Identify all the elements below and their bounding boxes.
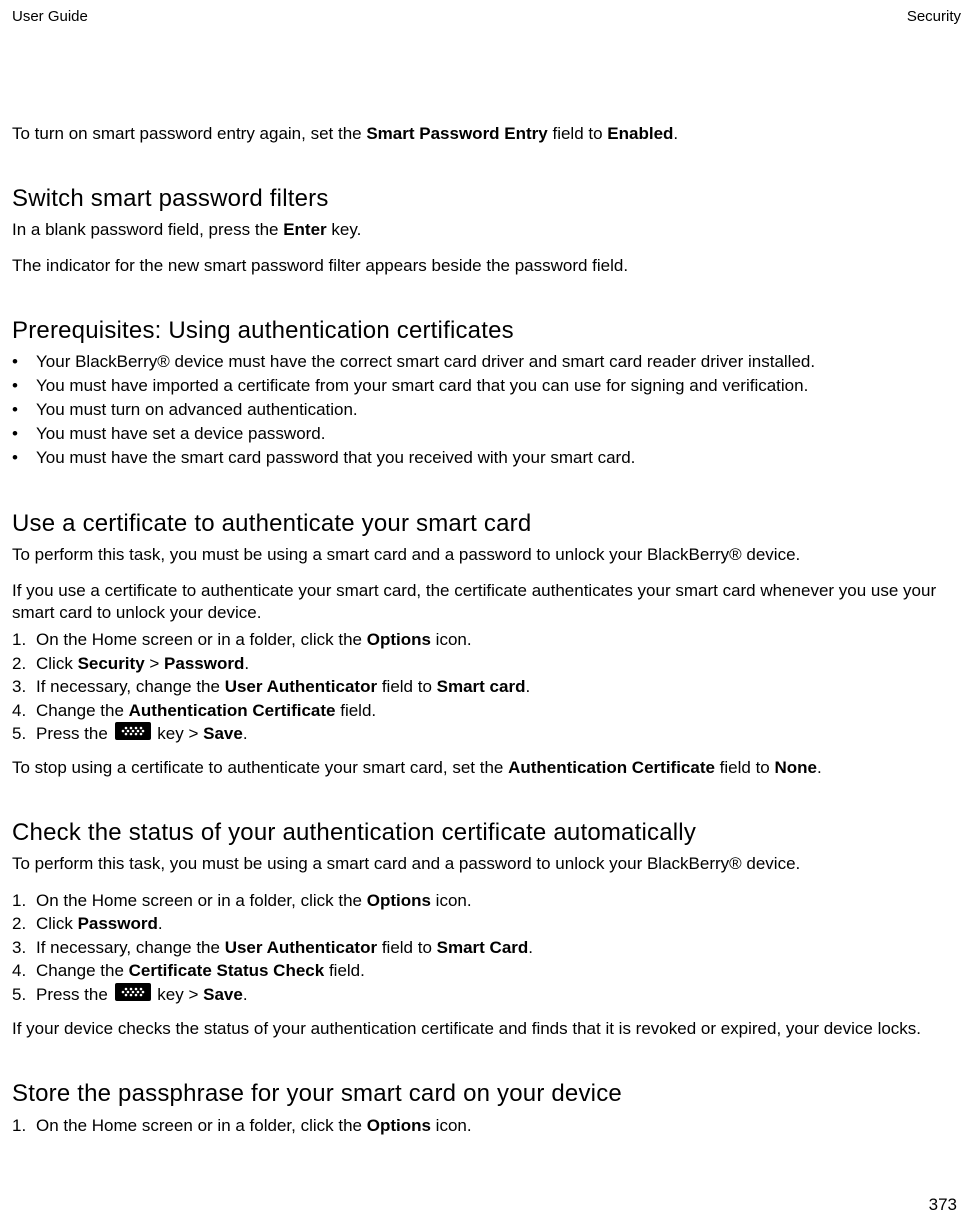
text: Click Password. (36, 912, 163, 935)
text: On the Home screen or in a folder, click… (36, 889, 472, 912)
text-bold: Enter (283, 220, 326, 239)
list-item: 2.Click Password. (12, 912, 961, 935)
text: If necessary, change the User Authentica… (36, 675, 530, 698)
text: . (817, 758, 822, 777)
heading-switch-filters: Switch smart password filters (12, 185, 961, 213)
step-number: 1. (12, 889, 36, 912)
list-item: •Your BlackBerry® device must have the c… (12, 351, 961, 374)
list-item: 1.On the Home screen or in a folder, cli… (12, 628, 961, 651)
step-number: 1. (12, 628, 36, 651)
text: To stop using a certificate to authentic… (12, 758, 508, 777)
paragraph: To perform this task, you must be using … (12, 544, 961, 566)
text: Change the Certificate Status Check fiel… (36, 959, 365, 982)
paragraph: To perform this task, you must be using … (12, 853, 961, 875)
list-item: 4.Change the Authentication Certificate … (12, 699, 961, 722)
text: In a blank password field, press the (12, 220, 283, 239)
text: You must have the smart card password th… (36, 447, 635, 470)
text-bold: Authentication Certificate (508, 758, 715, 777)
page-number: 373 (929, 1195, 957, 1215)
text: Press the key > Save. (36, 722, 248, 747)
step-number: 5. (12, 722, 36, 747)
list-item: •You must turn on advanced authenticatio… (12, 399, 961, 422)
list-item: 5.Press the key > Save. (12, 722, 961, 747)
text: field to (715, 758, 775, 777)
text-bold: Enabled (607, 124, 673, 143)
paragraph: If you use a certificate to authenticate… (12, 580, 961, 624)
text: If necessary, change the User Authentica… (36, 936, 533, 959)
paragraph: To stop using a certificate to authentic… (12, 757, 961, 779)
menu-key-icon (115, 722, 151, 746)
ordered-list: 1.On the Home screen or in a folder, cli… (12, 889, 961, 1008)
bullet-marker: • (12, 375, 36, 398)
menu-key-icon (115, 983, 151, 1007)
text: key. (327, 220, 362, 239)
header-right: Security (907, 8, 961, 25)
list-item: 1.On the Home screen or in a folder, cli… (12, 889, 961, 912)
text: Press the key > Save. (36, 983, 248, 1008)
step-number: 1. (12, 1114, 36, 1137)
heading-prerequisites: Prerequisites: Using authentication cert… (12, 317, 961, 345)
text-bold: None (775, 758, 818, 777)
bullet-list: •Your BlackBerry® device must have the c… (12, 351, 961, 470)
page-content: To turn on smart password entry again, s… (12, 123, 961, 1137)
list-item: •You must have set a device password. (12, 423, 961, 446)
bullet-marker: • (12, 399, 36, 422)
text: . (673, 124, 678, 143)
intro-paragraph: To turn on smart password entry again, s… (12, 123, 961, 145)
list-item: 2.Click Security > Password. (12, 652, 961, 675)
text: To turn on smart password entry again, s… (12, 124, 366, 143)
heading-use-certificate: Use a certificate to authenticate your s… (12, 510, 961, 538)
list-item: •You must have imported a certificate fr… (12, 375, 961, 398)
paragraph: If your device checks the status of your… (12, 1018, 961, 1040)
document-page: User Guide Security To turn on smart pas… (0, 0, 973, 1227)
text-bold: Smart Password Entry (366, 124, 547, 143)
list-item: 3.If necessary, change the User Authenti… (12, 936, 961, 959)
step-number: 3. (12, 675, 36, 698)
step-number: 5. (12, 983, 36, 1008)
bullet-marker: • (12, 351, 36, 374)
text: You must have set a device password. (36, 423, 325, 446)
paragraph: The indicator for the new smart password… (12, 255, 961, 277)
list-item: •You must have the smart card password t… (12, 447, 961, 470)
text: Your BlackBerry® device must have the co… (36, 351, 815, 374)
ordered-list: 1.On the Home screen or in a folder, cli… (12, 1114, 961, 1137)
step-number: 4. (12, 699, 36, 722)
header-left: User Guide (12, 8, 88, 25)
list-item: 4.Change the Certificate Status Check fi… (12, 959, 961, 982)
step-number: 2. (12, 912, 36, 935)
list-item: 3.If necessary, change the User Authenti… (12, 675, 961, 698)
step-number: 2. (12, 652, 36, 675)
text: On the Home screen or in a folder, click… (36, 1114, 472, 1137)
heading-store-passphrase: Store the passphrase for your smart card… (12, 1080, 961, 1108)
text: You must have imported a certificate fro… (36, 375, 808, 398)
step-number: 3. (12, 936, 36, 959)
step-number: 4. (12, 959, 36, 982)
heading-check-status: Check the status of your authentication … (12, 819, 961, 847)
list-item: 5.Press the key > Save. (12, 983, 961, 1008)
bullet-marker: • (12, 447, 36, 470)
text: field to (548, 124, 608, 143)
paragraph: In a blank password field, press the Ent… (12, 219, 961, 241)
text: On the Home screen or in a folder, click… (36, 628, 472, 651)
ordered-list: 1.On the Home screen or in a folder, cli… (12, 628, 961, 747)
text: Change the Authentication Certificate fi… (36, 699, 376, 722)
list-item: 1.On the Home screen or in a folder, cli… (12, 1114, 961, 1137)
text: Click Security > Password. (36, 652, 249, 675)
text: You must turn on advanced authentication… (36, 399, 358, 422)
page-header: User Guide Security (12, 8, 961, 25)
bullet-marker: • (12, 423, 36, 446)
